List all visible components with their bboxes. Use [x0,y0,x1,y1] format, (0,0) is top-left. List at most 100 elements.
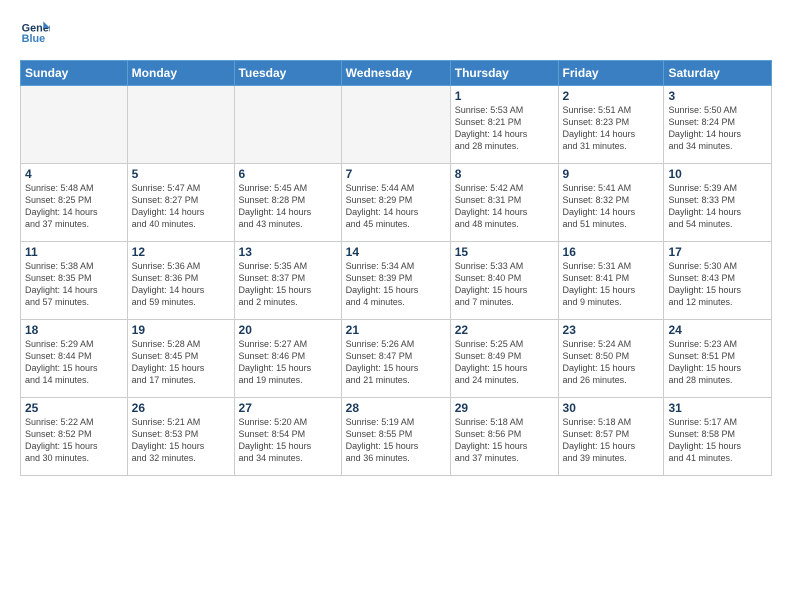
day-info: Sunrise: 5:38 AM Sunset: 8:35 PM Dayligh… [25,260,123,309]
day-info: Sunrise: 5:35 AM Sunset: 8:37 PM Dayligh… [239,260,337,309]
day-info: Sunrise: 5:19 AM Sunset: 8:55 PM Dayligh… [346,416,446,465]
week-row-4: 18Sunrise: 5:29 AM Sunset: 8:44 PM Dayli… [21,320,772,398]
day-cell: 11Sunrise: 5:38 AM Sunset: 8:35 PM Dayli… [21,242,128,320]
day-number: 4 [25,167,123,181]
day-info: Sunrise: 5:31 AM Sunset: 8:41 PM Dayligh… [563,260,660,309]
day-number: 6 [239,167,337,181]
day-cell: 2Sunrise: 5:51 AM Sunset: 8:23 PM Daylig… [558,86,664,164]
week-row-5: 25Sunrise: 5:22 AM Sunset: 8:52 PM Dayli… [21,398,772,476]
page: General Blue SundayMondayTuesdayWednesda… [0,0,792,486]
day-info: Sunrise: 5:48 AM Sunset: 8:25 PM Dayligh… [25,182,123,231]
day-number: 19 [132,323,230,337]
day-cell: 18Sunrise: 5:29 AM Sunset: 8:44 PM Dayli… [21,320,128,398]
day-number: 15 [455,245,554,259]
day-cell: 14Sunrise: 5:34 AM Sunset: 8:39 PM Dayli… [341,242,450,320]
day-cell: 29Sunrise: 5:18 AM Sunset: 8:56 PM Dayli… [450,398,558,476]
day-cell: 20Sunrise: 5:27 AM Sunset: 8:46 PM Dayli… [234,320,341,398]
day-number: 18 [25,323,123,337]
day-info: Sunrise: 5:51 AM Sunset: 8:23 PM Dayligh… [563,104,660,153]
day-number: 16 [563,245,660,259]
day-cell: 6Sunrise: 5:45 AM Sunset: 8:28 PM Daylig… [234,164,341,242]
day-number: 24 [668,323,767,337]
day-info: Sunrise: 5:22 AM Sunset: 8:52 PM Dayligh… [25,416,123,465]
day-number: 27 [239,401,337,415]
day-info: Sunrise: 5:45 AM Sunset: 8:28 PM Dayligh… [239,182,337,231]
day-cell: 26Sunrise: 5:21 AM Sunset: 8:53 PM Dayli… [127,398,234,476]
day-cell [21,86,128,164]
day-cell: 16Sunrise: 5:31 AM Sunset: 8:41 PM Dayli… [558,242,664,320]
week-row-3: 11Sunrise: 5:38 AM Sunset: 8:35 PM Dayli… [21,242,772,320]
day-cell: 7Sunrise: 5:44 AM Sunset: 8:29 PM Daylig… [341,164,450,242]
day-info: Sunrise: 5:30 AM Sunset: 8:43 PM Dayligh… [668,260,767,309]
day-cell: 30Sunrise: 5:18 AM Sunset: 8:57 PM Dayli… [558,398,664,476]
day-cell: 17Sunrise: 5:30 AM Sunset: 8:43 PM Dayli… [664,242,772,320]
day-info: Sunrise: 5:24 AM Sunset: 8:50 PM Dayligh… [563,338,660,387]
logo-icon: General Blue [20,18,50,48]
day-info: Sunrise: 5:23 AM Sunset: 8:51 PM Dayligh… [668,338,767,387]
day-cell: 19Sunrise: 5:28 AM Sunset: 8:45 PM Dayli… [127,320,234,398]
day-cell: 5Sunrise: 5:47 AM Sunset: 8:27 PM Daylig… [127,164,234,242]
day-cell [234,86,341,164]
day-info: Sunrise: 5:39 AM Sunset: 8:33 PM Dayligh… [668,182,767,231]
day-cell: 15Sunrise: 5:33 AM Sunset: 8:40 PM Dayli… [450,242,558,320]
day-number: 25 [25,401,123,415]
day-cell: 4Sunrise: 5:48 AM Sunset: 8:25 PM Daylig… [21,164,128,242]
day-info: Sunrise: 5:50 AM Sunset: 8:24 PM Dayligh… [668,104,767,153]
day-info: Sunrise: 5:21 AM Sunset: 8:53 PM Dayligh… [132,416,230,465]
week-row-2: 4Sunrise: 5:48 AM Sunset: 8:25 PM Daylig… [21,164,772,242]
day-number: 26 [132,401,230,415]
day-number: 28 [346,401,446,415]
day-info: Sunrise: 5:34 AM Sunset: 8:39 PM Dayligh… [346,260,446,309]
day-number: 31 [668,401,767,415]
day-cell: 9Sunrise: 5:41 AM Sunset: 8:32 PM Daylig… [558,164,664,242]
day-info: Sunrise: 5:44 AM Sunset: 8:29 PM Dayligh… [346,182,446,231]
day-number: 11 [25,245,123,259]
day-cell: 13Sunrise: 5:35 AM Sunset: 8:37 PM Dayli… [234,242,341,320]
day-number: 1 [455,89,554,103]
day-info: Sunrise: 5:17 AM Sunset: 8:58 PM Dayligh… [668,416,767,465]
day-info: Sunrise: 5:42 AM Sunset: 8:31 PM Dayligh… [455,182,554,231]
day-info: Sunrise: 5:27 AM Sunset: 8:46 PM Dayligh… [239,338,337,387]
day-info: Sunrise: 5:20 AM Sunset: 8:54 PM Dayligh… [239,416,337,465]
col-header-monday: Monday [127,61,234,86]
day-cell [341,86,450,164]
calendar-table: SundayMondayTuesdayWednesdayThursdayFrid… [20,60,772,476]
day-info: Sunrise: 5:28 AM Sunset: 8:45 PM Dayligh… [132,338,230,387]
day-cell: 24Sunrise: 5:23 AM Sunset: 8:51 PM Dayli… [664,320,772,398]
day-info: Sunrise: 5:47 AM Sunset: 8:27 PM Dayligh… [132,182,230,231]
day-number: 8 [455,167,554,181]
day-info: Sunrise: 5:18 AM Sunset: 8:56 PM Dayligh… [455,416,554,465]
day-info: Sunrise: 5:25 AM Sunset: 8:49 PM Dayligh… [455,338,554,387]
day-number: 10 [668,167,767,181]
day-cell: 22Sunrise: 5:25 AM Sunset: 8:49 PM Dayli… [450,320,558,398]
day-cell: 12Sunrise: 5:36 AM Sunset: 8:36 PM Dayli… [127,242,234,320]
day-number: 7 [346,167,446,181]
day-info: Sunrise: 5:29 AM Sunset: 8:44 PM Dayligh… [25,338,123,387]
day-number: 9 [563,167,660,181]
day-number: 12 [132,245,230,259]
svg-text:Blue: Blue [22,33,45,45]
day-number: 3 [668,89,767,103]
day-number: 20 [239,323,337,337]
day-number: 2 [563,89,660,103]
day-cell: 28Sunrise: 5:19 AM Sunset: 8:55 PM Dayli… [341,398,450,476]
col-header-friday: Friday [558,61,664,86]
day-info: Sunrise: 5:18 AM Sunset: 8:57 PM Dayligh… [563,416,660,465]
day-info: Sunrise: 5:36 AM Sunset: 8:36 PM Dayligh… [132,260,230,309]
col-header-thursday: Thursday [450,61,558,86]
day-number: 21 [346,323,446,337]
calendar-header-row: SundayMondayTuesdayWednesdayThursdayFrid… [21,61,772,86]
day-cell: 21Sunrise: 5:26 AM Sunset: 8:47 PM Dayli… [341,320,450,398]
week-row-1: 1Sunrise: 5:53 AM Sunset: 8:21 PM Daylig… [21,86,772,164]
col-header-wednesday: Wednesday [341,61,450,86]
day-cell: 10Sunrise: 5:39 AM Sunset: 8:33 PM Dayli… [664,164,772,242]
day-cell: 25Sunrise: 5:22 AM Sunset: 8:52 PM Dayli… [21,398,128,476]
day-number: 29 [455,401,554,415]
day-cell: 23Sunrise: 5:24 AM Sunset: 8:50 PM Dayli… [558,320,664,398]
logo: General Blue [20,18,50,48]
day-cell: 1Sunrise: 5:53 AM Sunset: 8:21 PM Daylig… [450,86,558,164]
day-number: 23 [563,323,660,337]
day-cell: 27Sunrise: 5:20 AM Sunset: 8:54 PM Dayli… [234,398,341,476]
col-header-tuesday: Tuesday [234,61,341,86]
day-info: Sunrise: 5:41 AM Sunset: 8:32 PM Dayligh… [563,182,660,231]
